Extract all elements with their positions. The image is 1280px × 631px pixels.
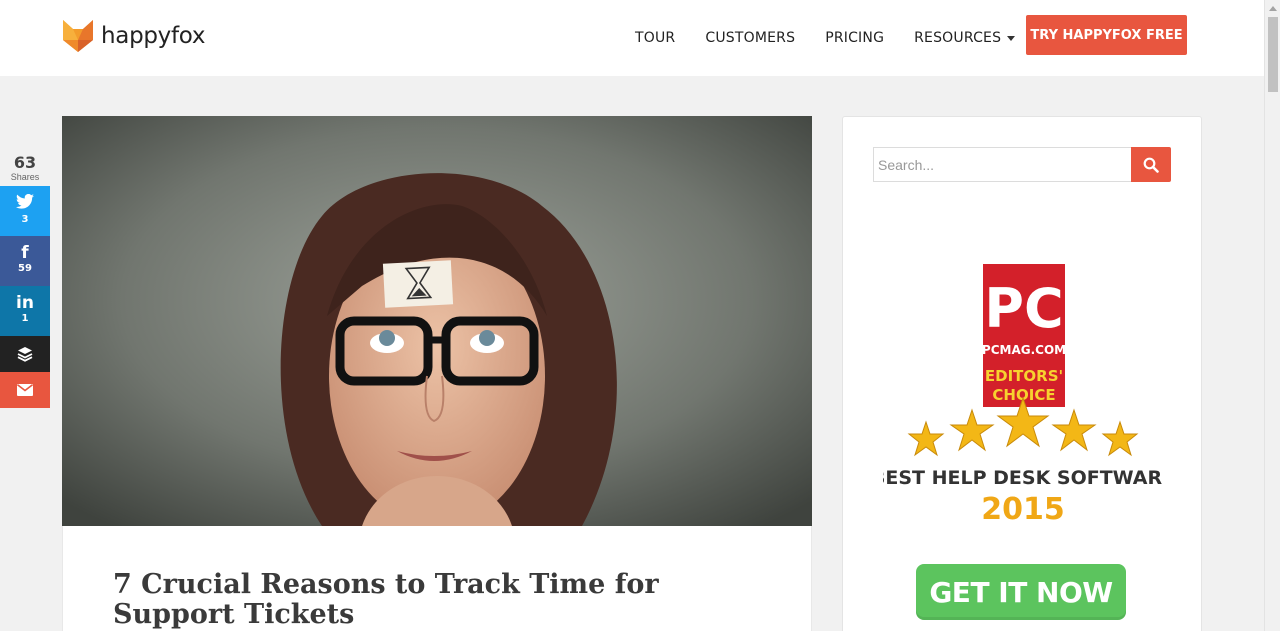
share-total: 63 Shares	[0, 154, 50, 183]
article-card: 7 Crucial Reasons to Track Time for Supp…	[62, 526, 812, 631]
pcmag-site-text: PCMAG.COM	[982, 343, 1066, 357]
nav-tour[interactable]: TOUR	[635, 30, 675, 46]
facebook-count: 59	[18, 263, 32, 274]
fox-logo-icon	[63, 20, 93, 52]
share-facebook-button[interactable]: f 59	[0, 236, 50, 286]
twitter-count: 3	[21, 214, 29, 225]
linkedin-icon: in	[16, 293, 34, 313]
share-email-button[interactable]	[0, 372, 50, 408]
nav-customers[interactable]: CUSTOMERS	[705, 30, 795, 46]
woman-with-hourglass-note-image	[62, 116, 812, 526]
award-year: 2015	[981, 492, 1065, 527]
award-headline: BEST HELP DESK SOFTWARE	[883, 467, 1163, 489]
share-linkedin-button[interactable]: in 1	[0, 286, 50, 336]
caret-down-icon	[1007, 35, 1016, 41]
nav-pricing[interactable]: PRICING	[825, 30, 884, 46]
share-buffer-button[interactable]	[0, 336, 50, 372]
search-icon	[1143, 157, 1159, 173]
share-twitter-button[interactable]: 3	[0, 186, 50, 236]
twitter-icon	[0, 186, 50, 214]
sidebar: PC PCMAG.COM EDITORS' CHOICE BEST HELP D…	[842, 116, 1202, 631]
email-icon	[17, 384, 33, 396]
buffer-icon	[17, 347, 33, 362]
main-nav: TOUR CUSTOMERS PRICING RESOURCES	[635, 30, 1045, 46]
rating-stars	[907, 396, 1139, 457]
star-icon	[907, 420, 945, 457]
share-total-label: Shares	[10, 172, 40, 182]
page-scrollbar[interactable]	[1264, 0, 1280, 631]
search-input[interactable]	[873, 147, 1132, 182]
scroll-up-arrow-icon[interactable]	[1269, 6, 1277, 11]
get-it-now-button[interactable]: GET IT NOW	[916, 564, 1126, 620]
facebook-icon: f	[21, 243, 29, 263]
pcmag-editors-choice-award: PC PCMAG.COM EDITORS' CHOICE BEST HELP D…	[883, 264, 1163, 527]
logo[interactable]: happyfox	[63, 20, 205, 52]
nav-resources-label: RESOURCES	[914, 30, 1002, 46]
scroll-thumb[interactable]	[1268, 17, 1278, 92]
hero-image	[62, 116, 812, 526]
editors-label: EDITORS'	[985, 367, 1063, 385]
star-icon	[949, 408, 995, 452]
site-header: happyfox TOUR CUSTOMERS PRICING RESOURCE…	[0, 0, 1264, 76]
star-icon	[1101, 420, 1139, 457]
search-button[interactable]	[1131, 147, 1171, 182]
pcmag-logo-text: PC	[984, 277, 1063, 340]
logo-text: happyfox	[101, 23, 206, 49]
article-title[interactable]: 7 Crucial Reasons to Track Time for Supp…	[113, 570, 753, 630]
linkedin-count: 1	[21, 313, 29, 324]
try-free-button[interactable]: TRY HAPPYFOX FREE	[1026, 15, 1187, 55]
nav-resources[interactable]: RESOURCES	[914, 30, 1016, 46]
share-total-count: 63	[13, 153, 37, 172]
star-icon	[1051, 408, 1097, 452]
